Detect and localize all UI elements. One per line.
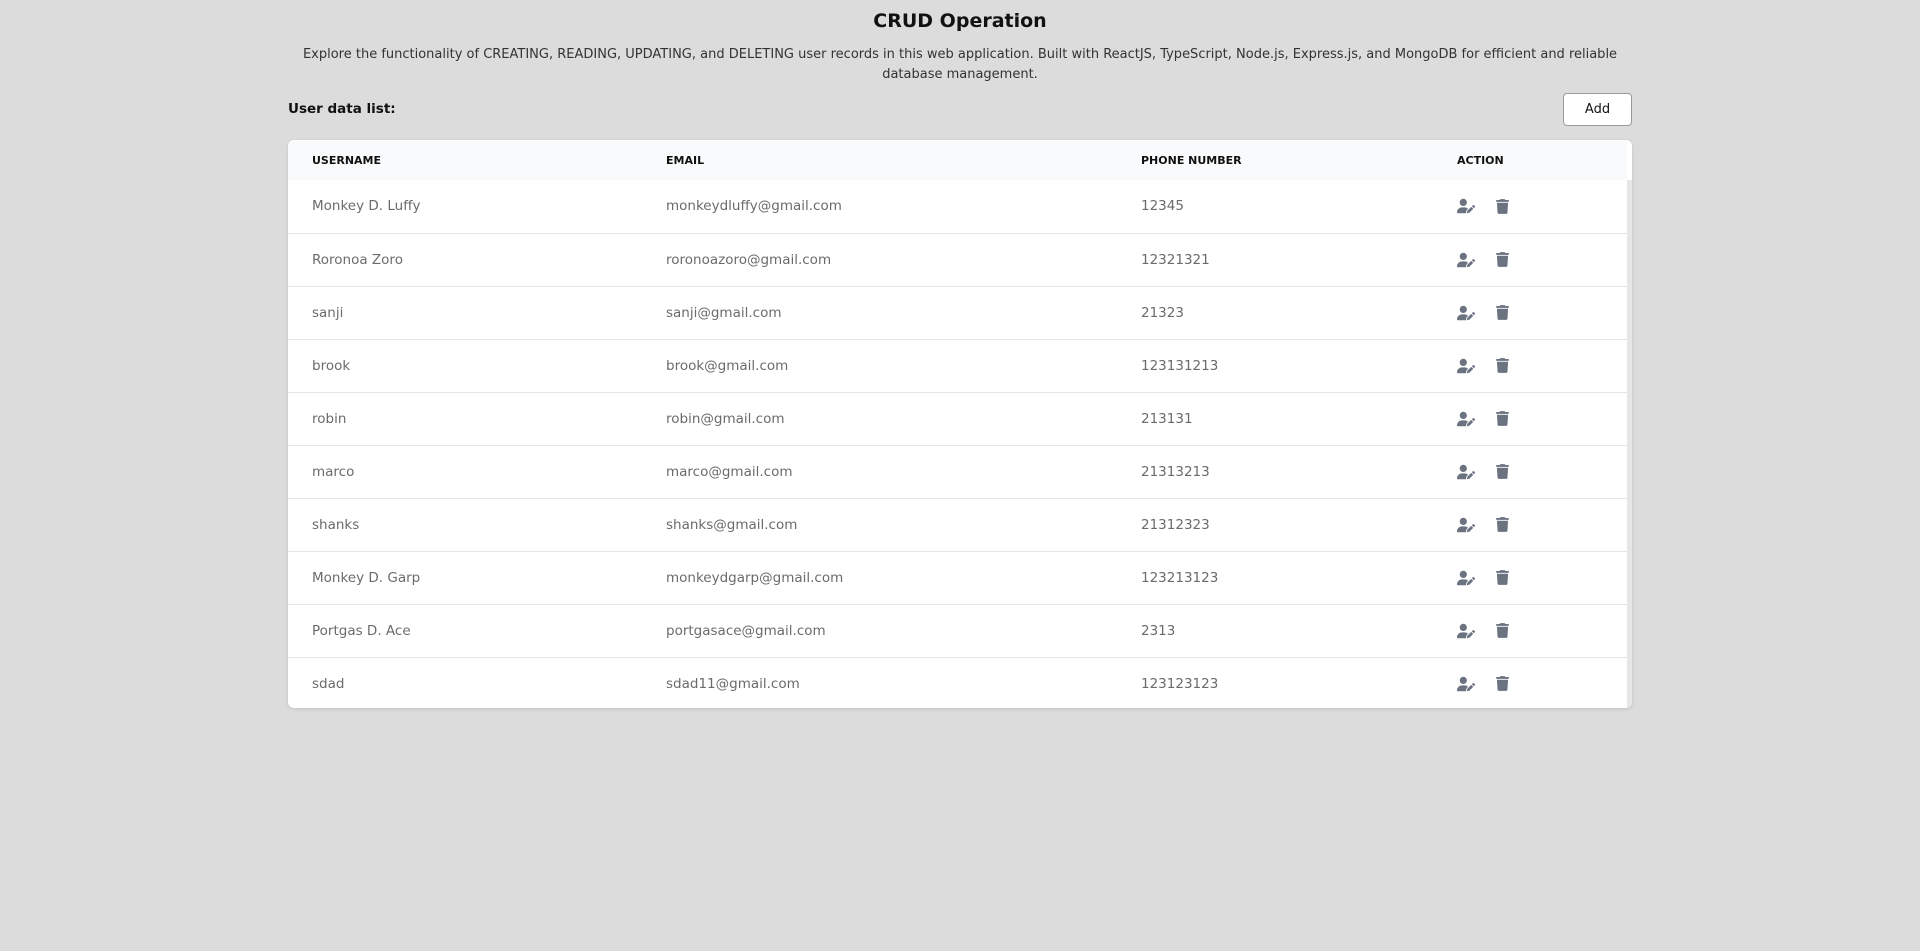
table-row: sdad sdad11@gmail.com 123123123: [288, 657, 1627, 708]
page-title: CRUD Operation: [873, 10, 1047, 32]
cell-username: Monkey D. Luffy: [312, 198, 421, 215]
user-table-card: USERNAME EMAIL PHONE NUMBER ACTION Monke…: [288, 140, 1632, 708]
cell-email: monkeydgarp@gmail.com: [666, 569, 844, 586]
cell-phone: 21313213: [1141, 463, 1210, 480]
cell-email: robin@gmail.com: [666, 410, 785, 427]
table-body: Monkey D. Luffy monkeydluffy@gmail.com 123…: [288, 180, 1627, 708]
row-actions: [1457, 357, 1627, 375]
cell-email: brook@gmail.com: [666, 357, 789, 374]
user-edit-icon[interactable]: [1457, 463, 1475, 481]
trash-icon[interactable]: [1493, 569, 1511, 587]
user-edit-icon[interactable]: [1457, 251, 1475, 269]
cell-phone: 123123123: [1141, 675, 1219, 692]
row-actions: [1457, 569, 1627, 587]
column-header-action: ACTION: [1457, 153, 1504, 167]
table-row: shanks shanks@gmail.com 21312323: [288, 498, 1627, 551]
cell-username: shanks: [312, 516, 360, 533]
user-edit-icon[interactable]: [1457, 569, 1475, 587]
trash-icon[interactable]: [1493, 516, 1511, 534]
cell-actions: [1457, 551, 1627, 604]
table-row: Monkey D. Garp monkeydgarp@gmail.com 12321…: [288, 551, 1627, 604]
cell-phone: 12321321: [1141, 251, 1210, 268]
row-actions: [1457, 463, 1627, 481]
cell-actions: [1457, 233, 1627, 286]
column-header-email: EMAIL: [666, 153, 705, 167]
cell-username: robin: [312, 410, 347, 427]
table-row: brook brook@gmail.com 123131213: [288, 339, 1627, 392]
cell-email: shanks@gmail.com: [666, 516, 798, 533]
row-actions: [1457, 516, 1627, 534]
cell-actions: [1457, 604, 1627, 657]
cell-actions: [1457, 657, 1627, 708]
cell-actions: [1457, 392, 1627, 445]
table-row: Monkey D. Luffy monkeydluffy@gmail.com 123…: [288, 180, 1627, 233]
user-list-label: User data list:: [288, 101, 396, 117]
user-edit-icon[interactable]: [1457, 410, 1475, 428]
cell-actions: [1457, 445, 1627, 498]
cell-email: marco@gmail.com: [666, 463, 793, 480]
table-row: robin robin@gmail.com 213131: [288, 392, 1627, 445]
add-user-button[interactable]: Add: [1563, 93, 1632, 126]
cell-email: portgasace@gmail.com: [666, 622, 826, 639]
cell-phone: 2313: [1141, 622, 1176, 639]
cell-phone: 21323: [1141, 304, 1184, 321]
row-actions: [1457, 304, 1627, 322]
cell-phone: 21312323: [1141, 516, 1210, 533]
cell-username: Monkey D. Garp: [312, 569, 421, 586]
user-edit-icon[interactable]: [1457, 304, 1475, 322]
user-table: USERNAME EMAIL PHONE NUMBER ACTION Monke…: [288, 140, 1627, 708]
table-row: Roronoa Zoro roronoazoro@gmail.com 1232132…: [288, 233, 1627, 286]
user-edit-icon[interactable]: [1457, 622, 1475, 640]
user-edit-icon[interactable]: [1457, 197, 1475, 215]
trash-icon[interactable]: [1493, 463, 1511, 481]
cell-email: monkeydluffy@gmail.com: [666, 198, 842, 215]
page-description: Explore the functionality of CREATING, R…: [302, 47, 1618, 82]
table-row: marco marco@gmail.com 21313213: [288, 445, 1627, 498]
column-header-username: USERNAME: [312, 153, 382, 167]
cell-actions: [1457, 286, 1627, 339]
cell-username: Portgas D. Ace: [312, 622, 411, 639]
cell-username: sanji: [312, 304, 344, 321]
cell-username: marco: [312, 463, 355, 480]
cell-actions: [1457, 339, 1627, 392]
cell-phone: 123213123: [1141, 569, 1219, 586]
table-row: Portgas D. Ace portgasace@gmail.com 2313: [288, 604, 1627, 657]
trash-icon[interactable]: [1493, 357, 1511, 375]
row-actions: [1457, 251, 1627, 269]
cell-email: sanji@gmail.com: [666, 304, 782, 321]
cell-actions: [1457, 180, 1627, 233]
row-actions: [1457, 675, 1627, 693]
cell-phone: 123131213: [1141, 357, 1219, 374]
column-header-phone: PHONE NUMBER: [1141, 153, 1242, 167]
trash-icon[interactable]: [1493, 622, 1511, 640]
cell-username: Roronoa Zoro: [312, 251, 403, 268]
user-edit-icon[interactable]: [1457, 357, 1475, 375]
cell-actions: [1457, 498, 1627, 551]
page: CRUD Operation Explore the functionality…: [0, 0, 1920, 951]
cell-username: sdad: [312, 675, 345, 692]
cell-phone: 213131: [1141, 410, 1193, 427]
cell-phone: 12345: [1141, 198, 1184, 215]
cell-email: roronoazoro@gmail.com: [666, 251, 832, 268]
trash-icon[interactable]: [1493, 410, 1511, 428]
trash-icon[interactable]: [1493, 251, 1511, 269]
row-actions: [1457, 622, 1627, 640]
cell-username: brook: [312, 357, 351, 374]
user-edit-icon[interactable]: [1457, 675, 1475, 693]
trash-icon[interactable]: [1493, 197, 1511, 215]
user-edit-icon[interactable]: [1457, 516, 1475, 534]
trash-icon[interactable]: [1493, 304, 1511, 322]
table-header-row: USERNAME EMAIL PHONE NUMBER ACTION: [288, 140, 1627, 180]
trash-icon[interactable]: [1493, 675, 1511, 693]
table-row: sanji sanji@gmail.com 21323: [288, 286, 1627, 339]
row-actions: [1457, 197, 1627, 215]
row-actions: [1457, 410, 1627, 428]
cell-email: sdad11@gmail.com: [666, 675, 800, 692]
